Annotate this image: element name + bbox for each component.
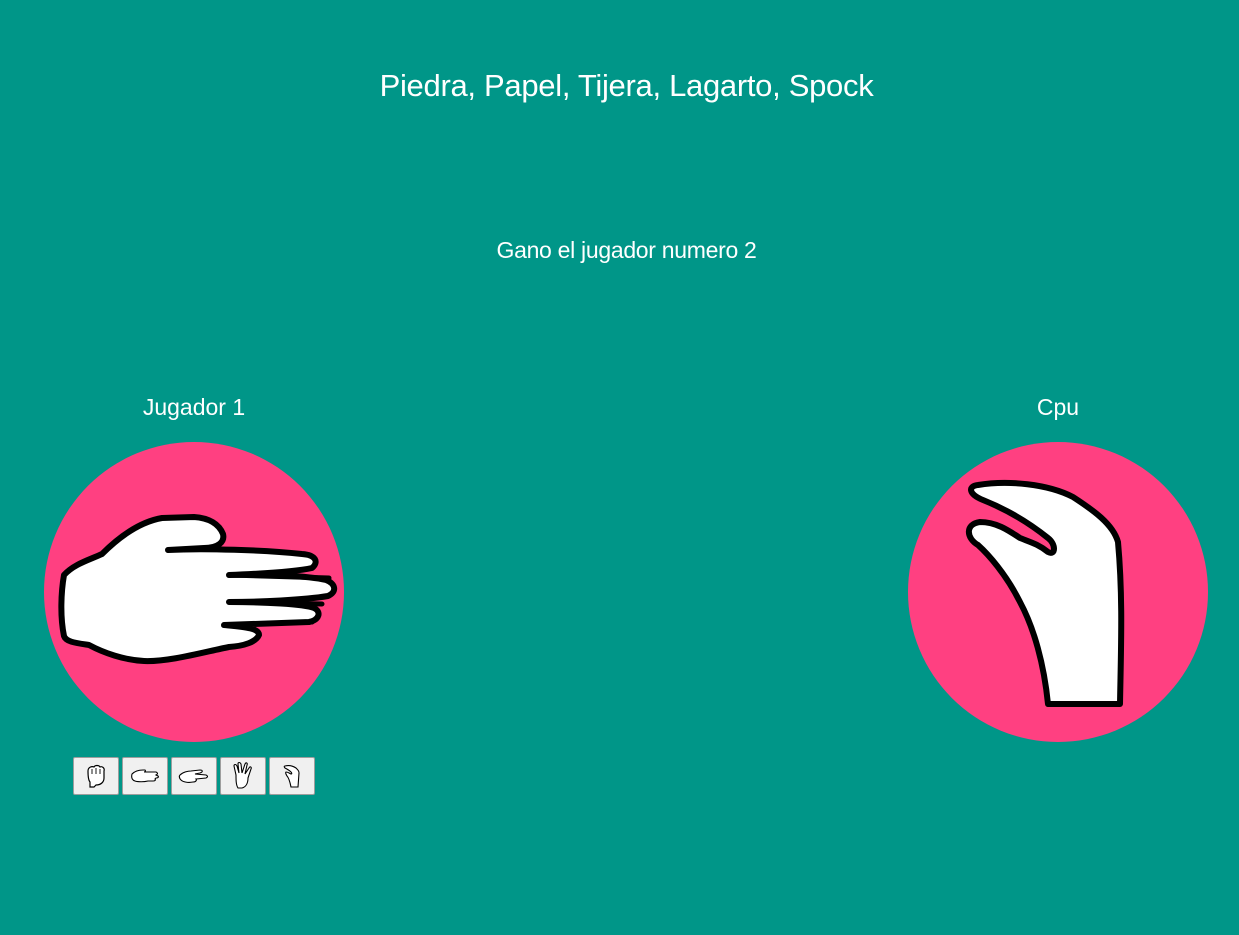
choice-toolbar [73, 757, 315, 795]
spock-button[interactable] [220, 757, 266, 795]
paper-button[interactable] [122, 757, 168, 795]
paper-icon [131, 769, 159, 783]
lizard-button[interactable] [269, 757, 315, 795]
scissors-button[interactable] [171, 757, 217, 795]
rock-icon [87, 764, 105, 788]
lizard-hand-icon [965, 479, 1125, 707]
cpu-hand-display [908, 442, 1208, 742]
player1-hand-display [44, 442, 344, 742]
cpu-label: Cpu [1036, 394, 1080, 420]
scissors-icon [178, 769, 209, 783]
game-title: Piedra, Papel, Tijera, Lagarto, Spock [379, 68, 874, 103]
player1-label: Jugador 1 [142, 394, 246, 420]
lizard-icon [283, 765, 300, 788]
rock-button[interactable] [73, 757, 119, 795]
spock-icon [233, 761, 252, 789]
result-message: Gano el jugador numero 2 [496, 237, 757, 263]
paper-hand-icon [58, 514, 338, 665]
